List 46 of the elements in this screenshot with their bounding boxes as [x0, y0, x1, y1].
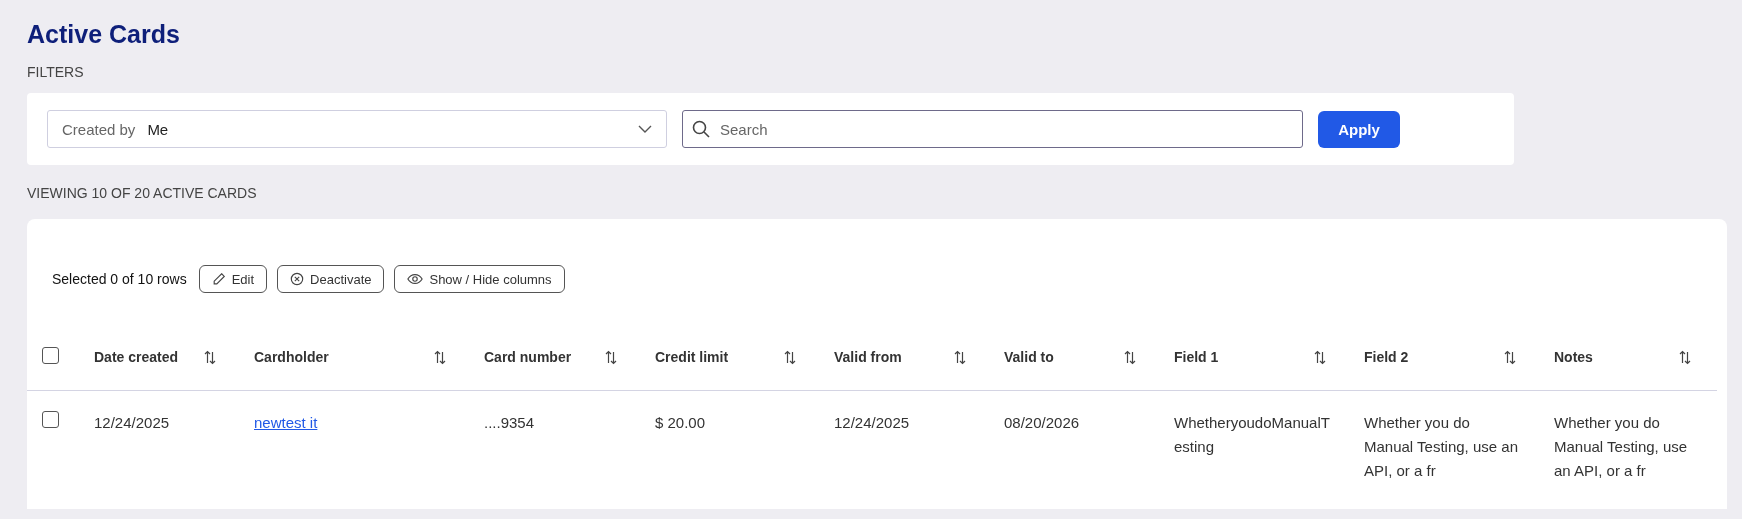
search-field[interactable]: Search — [682, 110, 1303, 148]
sort-icon[interactable] — [1679, 349, 1691, 365]
row-checkbox[interactable] — [42, 411, 59, 428]
eye-icon — [407, 273, 424, 285]
x-circle-icon — [290, 272, 305, 286]
sort-icon[interactable] — [204, 349, 216, 365]
pencil-icon — [211, 272, 226, 286]
table-cell: 08/20/2026 — [1004, 414, 1080, 431]
column-header[interactable]: Card number — [484, 349, 572, 365]
created-by-dropdown[interactable]: Created by Me — [47, 110, 667, 148]
column-header[interactable]: Valid to — [1004, 349, 1054, 365]
column-header[interactable]: Field 2 — [1364, 349, 1409, 365]
column-header[interactable]: Cardholder — [254, 349, 329, 365]
show-hide-columns-button[interactable]: Show / Hide columns — [394, 265, 565, 293]
apply-button[interactable]: Apply — [1318, 110, 1400, 148]
table-cell: Whether you do Manual Testing, use an API, or a fr — [1364, 414, 1518, 479]
viewing-count-label: VIEWING 10 OF 20 ACTIVE CARDS — [27, 185, 258, 201]
sort-icon[interactable] — [1314, 349, 1326, 365]
table-cell: ....9354 — [484, 414, 535, 431]
dropdown-label: Created by — [62, 120, 136, 138]
edit-button[interactable]: Edit — [198, 265, 268, 293]
dropdown-value: Me — [147, 120, 170, 138]
column-header[interactable]: Date created — [94, 349, 179, 365]
column-header[interactable]: Credit limit — [655, 349, 729, 365]
table-cell: 12/24/2025 — [94, 414, 170, 431]
select-all-checkbox[interactable] — [42, 347, 59, 364]
table-cell: $ 20.00 — [655, 414, 706, 431]
sort-icon[interactable] — [1504, 349, 1516, 365]
search-icon — [692, 120, 710, 138]
table-cell: 12/24/2025 — [834, 414, 910, 431]
sort-icon[interactable] — [434, 349, 446, 365]
sort-icon[interactable] — [784, 349, 796, 365]
column-header[interactable]: Field 1 — [1174, 349, 1219, 365]
cardholder-link[interactable]: newtest it — [254, 414, 318, 431]
sort-icon[interactable] — [954, 349, 966, 365]
chevron-down-icon — [638, 125, 652, 133]
table-cell: WhetheryoudoManualTesting — [1174, 414, 1330, 455]
table-cell: Whether you do Manual Testing, use an API, or a fr — [1554, 414, 1688, 479]
filters-label: FILTERS — [27, 64, 85, 80]
sort-icon[interactable] — [1124, 349, 1136, 365]
page-title: Active Cards — [27, 20, 181, 50]
deactivate-button[interactable]: Deactivate — [277, 265, 385, 293]
sort-icon[interactable] — [605, 349, 617, 365]
column-header[interactable]: Valid from — [834, 349, 902, 365]
selection-count: Selected 0 of 10 rows — [52, 271, 187, 287]
column-header[interactable]: Notes — [1554, 349, 1593, 365]
